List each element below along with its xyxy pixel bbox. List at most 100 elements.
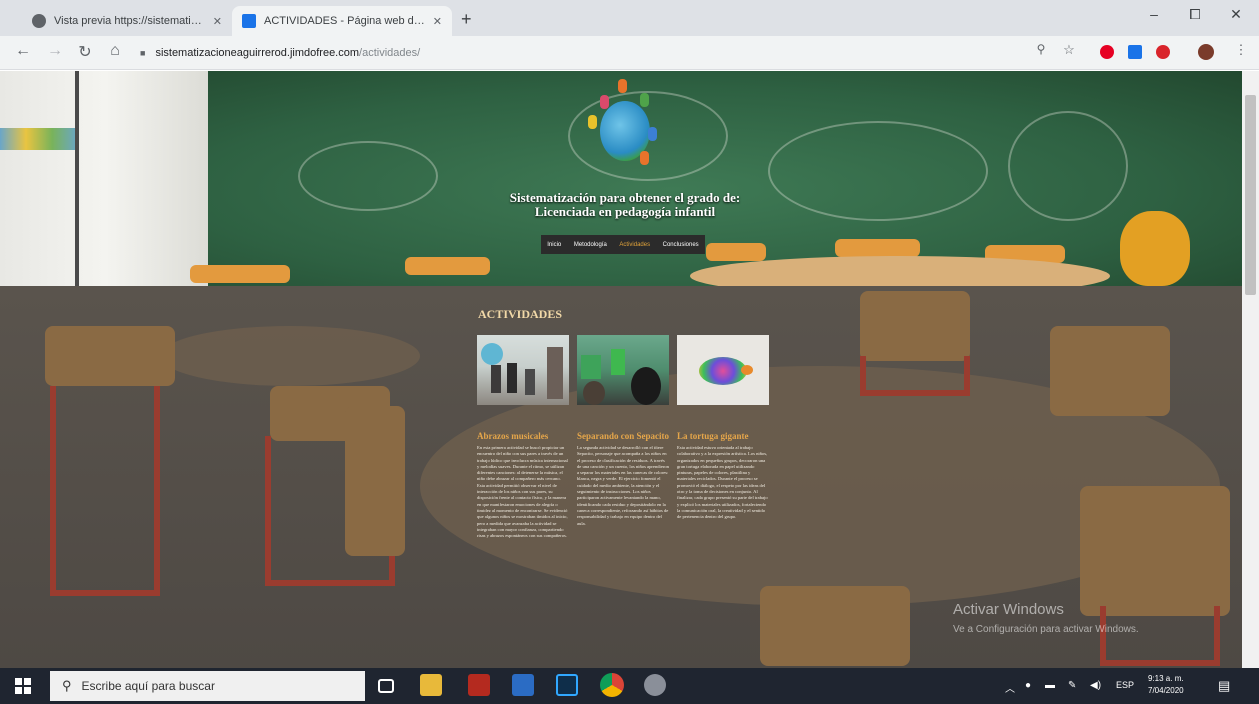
- browser-tab-strip: Vista previa https://sistematizac ✕ ACTI…: [0, 0, 1259, 36]
- tab-title: Vista previa https://sistematizac: [54, 15, 207, 27]
- minimize-button[interactable]: –: [1134, 6, 1174, 22]
- chair-photo: [706, 243, 766, 261]
- wifi-icon[interactable]: ▬: [1045, 680, 1055, 691]
- hero-title: Sistematización para obtener el grado de…: [475, 191, 775, 219]
- photo-detail: [611, 349, 625, 375]
- windows-start-icon[interactable]: [15, 678, 31, 694]
- word-icon[interactable]: [512, 674, 534, 696]
- chair-photo: [860, 291, 970, 361]
- nav-link-metodologia[interactable]: Metodología: [574, 242, 607, 248]
- nav-link-actividades[interactable]: Actividades: [619, 242, 650, 248]
- notification-center-icon[interactable]: ▤: [1218, 678, 1230, 694]
- activity-photo-tortuga[interactable]: [677, 335, 769, 405]
- forward-arrow-icon[interactable]: →: [44, 42, 66, 60]
- bookmark-star-icon[interactable]: ☆: [1058, 42, 1080, 58]
- photo-detail: [581, 355, 601, 379]
- browser-tab-preview[interactable]: Vista previa https://sistematizac ✕: [22, 6, 232, 36]
- profile-avatar-icon[interactable]: [1198, 44, 1214, 60]
- volume-icon[interactable]: ◀): [1090, 680, 1101, 691]
- chrome-icon[interactable]: [600, 673, 624, 697]
- browser-toolbar: ← → ↻ ⌂ ■ sistematizacioneaguirrerod.jim…: [0, 36, 1259, 70]
- zoom-icon[interactable]: ⚲: [1030, 42, 1052, 56]
- browser-tab-actividades[interactable]: ACTIVIDADES - Página web de s ✕: [232, 6, 452, 36]
- nav-link-conclusiones[interactable]: Conclusiones: [663, 242, 699, 248]
- photo-detail: [631, 367, 661, 405]
- acrobat-icon[interactable]: [468, 674, 490, 696]
- pen-icon[interactable]: ✎: [1068, 680, 1076, 691]
- close-tab-icon[interactable]: ✕: [213, 15, 222, 28]
- back-arrow-icon[interactable]: ←: [12, 42, 34, 60]
- reload-icon[interactable]: ↻: [74, 42, 96, 62]
- photo-detail: [741, 365, 753, 375]
- taskbar-search-box[interactable]: ⚲ Escribe aquí para buscar: [50, 671, 365, 701]
- activity-card-sepacito: Separando con Sepacito La segunda activi…: [577, 335, 669, 645]
- close-window-button[interactable]: ✕: [1216, 6, 1256, 23]
- taskbar-clock[interactable]: 9:13 a. m. 7/04/2020: [1148, 673, 1184, 697]
- activity-photo-abrazos[interactable]: [477, 335, 569, 405]
- adblock-extension-icon[interactable]: [1156, 45, 1170, 59]
- site-navigation: Inicio Metodología Actividades Conclusio…: [541, 235, 705, 254]
- chair-photo: [835, 239, 920, 257]
- show-hidden-icons[interactable]: ︿: [1005, 680, 1015, 695]
- activity-description: En esta primera actividad se buscó propi…: [477, 445, 568, 539]
- desktop-screen: Vista previa https://sistematizac ✕ ACTI…: [0, 0, 1259, 704]
- logo-figure: [588, 115, 597, 129]
- url-domain: sistematizacioneaguirrerod.jimdofree.com: [155, 47, 360, 59]
- chair-photo: [190, 265, 290, 283]
- photo-detail: [491, 365, 501, 393]
- home-icon[interactable]: ⌂: [104, 42, 126, 60]
- logo-figure: [600, 95, 609, 109]
- search-placeholder: Escribe aquí para buscar: [81, 679, 215, 693]
- app-icon[interactable]: [644, 674, 666, 696]
- photo-detail: [699, 357, 747, 385]
- activity-title[interactable]: Separando con Sepacito: [577, 431, 669, 441]
- chair-photo: [760, 586, 910, 666]
- language-indicator[interactable]: ESP: [1116, 680, 1134, 690]
- close-tab-icon[interactable]: ✕: [433, 15, 442, 28]
- pinterest-extension-icon[interactable]: [1100, 45, 1114, 59]
- activity-photo-sepacito[interactable]: [577, 335, 669, 405]
- globe-icon: [32, 14, 46, 28]
- task-view-icon[interactable]: [378, 679, 394, 693]
- chair-photo: [345, 406, 405, 556]
- logo-figure: [640, 93, 649, 107]
- url-path: /actividades/: [359, 47, 421, 59]
- jimdo-icon: [242, 14, 256, 28]
- new-tab-button[interactable]: +: [461, 9, 472, 30]
- chalk-scribble: [1008, 111, 1128, 221]
- activity-title[interactable]: La tortuga gigante: [677, 431, 769, 441]
- photo-detail: [583, 381, 605, 405]
- activity-card-tortuga: La tortuga gigante Esta actividad estuvo…: [677, 335, 769, 645]
- photo-detail: [547, 347, 563, 399]
- clock-time: 9:13 a. m.: [1148, 674, 1184, 683]
- chalk-scribble: [298, 141, 438, 211]
- network-icon[interactable]: ●: [1025, 680, 1031, 691]
- chair-legs-photo: [860, 356, 970, 396]
- hero-title-line-1: Sistematización para obtener el grado de…: [509, 190, 741, 205]
- windows-activation-watermark: Activar Windows Ve a Configuración para …: [953, 601, 1139, 635]
- address-bar[interactable]: ■ sistematizacioneaguirrerod.jimdofree.c…: [140, 42, 1060, 64]
- watermark-subtitle: Ve a Configuración para activar Windows.: [953, 624, 1139, 635]
- table-photo: [160, 326, 420, 386]
- activity-description: La segunda actividad se desarrolló con e…: [577, 445, 669, 526]
- info-icon[interactable]: ■: [140, 48, 145, 58]
- chalk-scribble: [768, 121, 988, 221]
- maximize-button[interactable]: ⧠: [1175, 6, 1215, 23]
- search-icon: ⚲: [62, 678, 72, 693]
- webpage-viewport: Sistematización para obtener el grado de…: [0, 71, 1242, 668]
- logo-figure: [618, 79, 627, 93]
- hero-title-line-2: Licenciada en pedagogía infantil: [534, 204, 716, 219]
- activity-title[interactable]: Abrazos musicales: [477, 431, 569, 441]
- logo-figure: [648, 127, 657, 141]
- chair-photo: [405, 257, 490, 275]
- section-heading: ACTIVIDADES: [478, 307, 563, 321]
- photo-detail: [525, 369, 535, 395]
- photoshop-icon[interactable]: [556, 674, 578, 696]
- windows-taskbar: ⚲ Escribe aquí para buscar ︿ ● ▬ ✎ ◀) ES…: [0, 668, 1259, 704]
- nav-link-inicio[interactable]: Inicio: [547, 242, 561, 248]
- page-scrollbar-thumb[interactable]: [1245, 95, 1256, 295]
- chair-photo: [1050, 326, 1170, 416]
- save-extension-icon[interactable]: [1128, 45, 1142, 59]
- menu-kebab-icon[interactable]: ⋮: [1230, 42, 1252, 58]
- file-explorer-icon[interactable]: [420, 674, 442, 696]
